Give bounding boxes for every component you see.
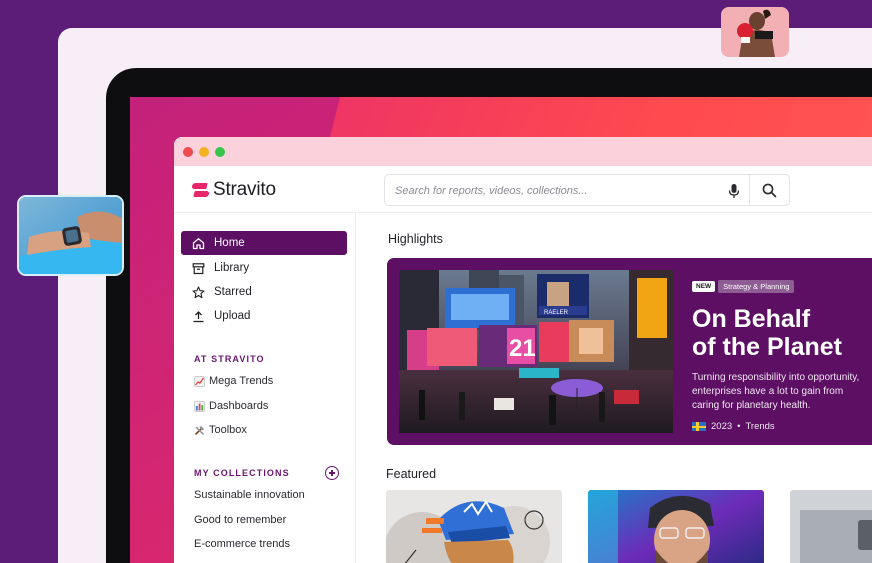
stravito-logo[interactable]: Stravito xyxy=(192,179,276,201)
nav-upload[interactable]: Upload xyxy=(181,304,347,328)
highlight-details: NEW Strategy & Planning On Behalf of the … xyxy=(692,278,872,432)
sidebar-item-toolbox[interactable]: Toolbox xyxy=(194,424,247,436)
category-badge[interactable]: Strategy & Planning xyxy=(718,280,795,294)
home-icon xyxy=(192,237,205,249)
sidebar-item-mega-trends[interactable]: Mega Trends xyxy=(194,375,273,387)
sidebar-item-dashboards[interactable]: Dashboards xyxy=(194,400,268,412)
search-button[interactable] xyxy=(749,175,789,205)
sidebar: Home Library Starred Upload AT STRAVITO … xyxy=(174,213,356,563)
floating-smartwatch-image xyxy=(17,195,124,276)
highlights-heading: Highlights xyxy=(388,232,443,246)
app-header: Stravito xyxy=(174,166,872,213)
floating-boxer-image xyxy=(721,7,789,57)
billboard-text-21: 21 xyxy=(509,335,536,362)
highlight-title[interactable]: On Behalf of the Planet xyxy=(692,305,872,361)
billboard-text-raeler: RAELER xyxy=(544,310,569,316)
sweden-flag-icon xyxy=(692,422,706,431)
collection-item[interactable]: Good to remember xyxy=(194,514,286,526)
browser-window: Stravito Home Library xyxy=(174,137,872,563)
bar-chart-emoji-icon xyxy=(194,400,205,412)
nav-starred[interactable]: Starred xyxy=(181,280,347,304)
title-line: of the Planet xyxy=(692,333,843,361)
featured-card-illustration[interactable] xyxy=(386,490,562,563)
description-line: Turning responsibility into opportunity, xyxy=(692,372,860,383)
title-line: On Behalf xyxy=(692,305,811,333)
close-window-button[interactable] xyxy=(183,146,193,157)
nav-upload-label: Upload xyxy=(214,310,251,322)
nav-home[interactable]: Home xyxy=(181,231,347,255)
upload-icon xyxy=(193,310,204,322)
meta-separator: • xyxy=(737,421,741,432)
search-bar xyxy=(384,174,790,206)
search-input[interactable] xyxy=(395,182,715,200)
highlight-card[interactable]: RAELER 21 NEW Strategy & Planning On Beh… xyxy=(387,258,872,445)
times-square-image: RAELER 21 xyxy=(399,270,673,433)
new-badge: NEW xyxy=(692,281,716,293)
chart-increasing-emoji-icon xyxy=(194,375,205,387)
microphone-icon[interactable] xyxy=(727,183,741,199)
highlight-year: 2023 xyxy=(711,421,733,432)
tools-emoji-icon xyxy=(194,425,205,436)
my-collections-heading: MY COLLECTIONS xyxy=(194,468,290,478)
brand-name: Stravito xyxy=(213,179,276,200)
collection-item[interactable]: Sustainable innovation xyxy=(194,489,305,501)
browser-titlebar xyxy=(174,137,872,166)
maximize-window-button[interactable] xyxy=(215,146,225,157)
star-icon xyxy=(192,285,205,298)
nav-library[interactable]: Library xyxy=(181,256,347,280)
sidebar-item-label: Mega Trends xyxy=(209,375,274,387)
highlight-meta: 2023 • Trends xyxy=(692,421,872,432)
description-line: enterprises have a lot to gain from xyxy=(692,386,844,397)
featured-heading: Featured xyxy=(386,467,437,481)
featured-card-partial[interactable] xyxy=(790,490,872,563)
search-icon xyxy=(762,183,777,197)
nav-library-label: Library xyxy=(214,262,250,274)
sidebar-item-label: Toolbox xyxy=(209,424,247,436)
nav-home-label: Home xyxy=(214,237,245,249)
highlight-description: Turning responsibility into opportunity,… xyxy=(692,371,872,413)
description-line: caring for planetary health. xyxy=(692,400,811,411)
highlight-tag[interactable]: Trends xyxy=(745,421,774,432)
sidebar-item-label: Dashboards xyxy=(209,400,269,412)
collection-item[interactable]: E-commerce trends xyxy=(194,538,290,550)
minimize-window-button[interactable] xyxy=(199,146,209,157)
archive-icon xyxy=(192,262,205,274)
add-collection-icon[interactable] xyxy=(325,466,339,480)
at-stravito-heading: AT STRAVITO xyxy=(194,354,265,364)
featured-card-portrait[interactable] xyxy=(588,490,764,563)
nav-starred-label: Starred xyxy=(214,286,252,298)
stravito-logo-icon xyxy=(192,182,209,199)
